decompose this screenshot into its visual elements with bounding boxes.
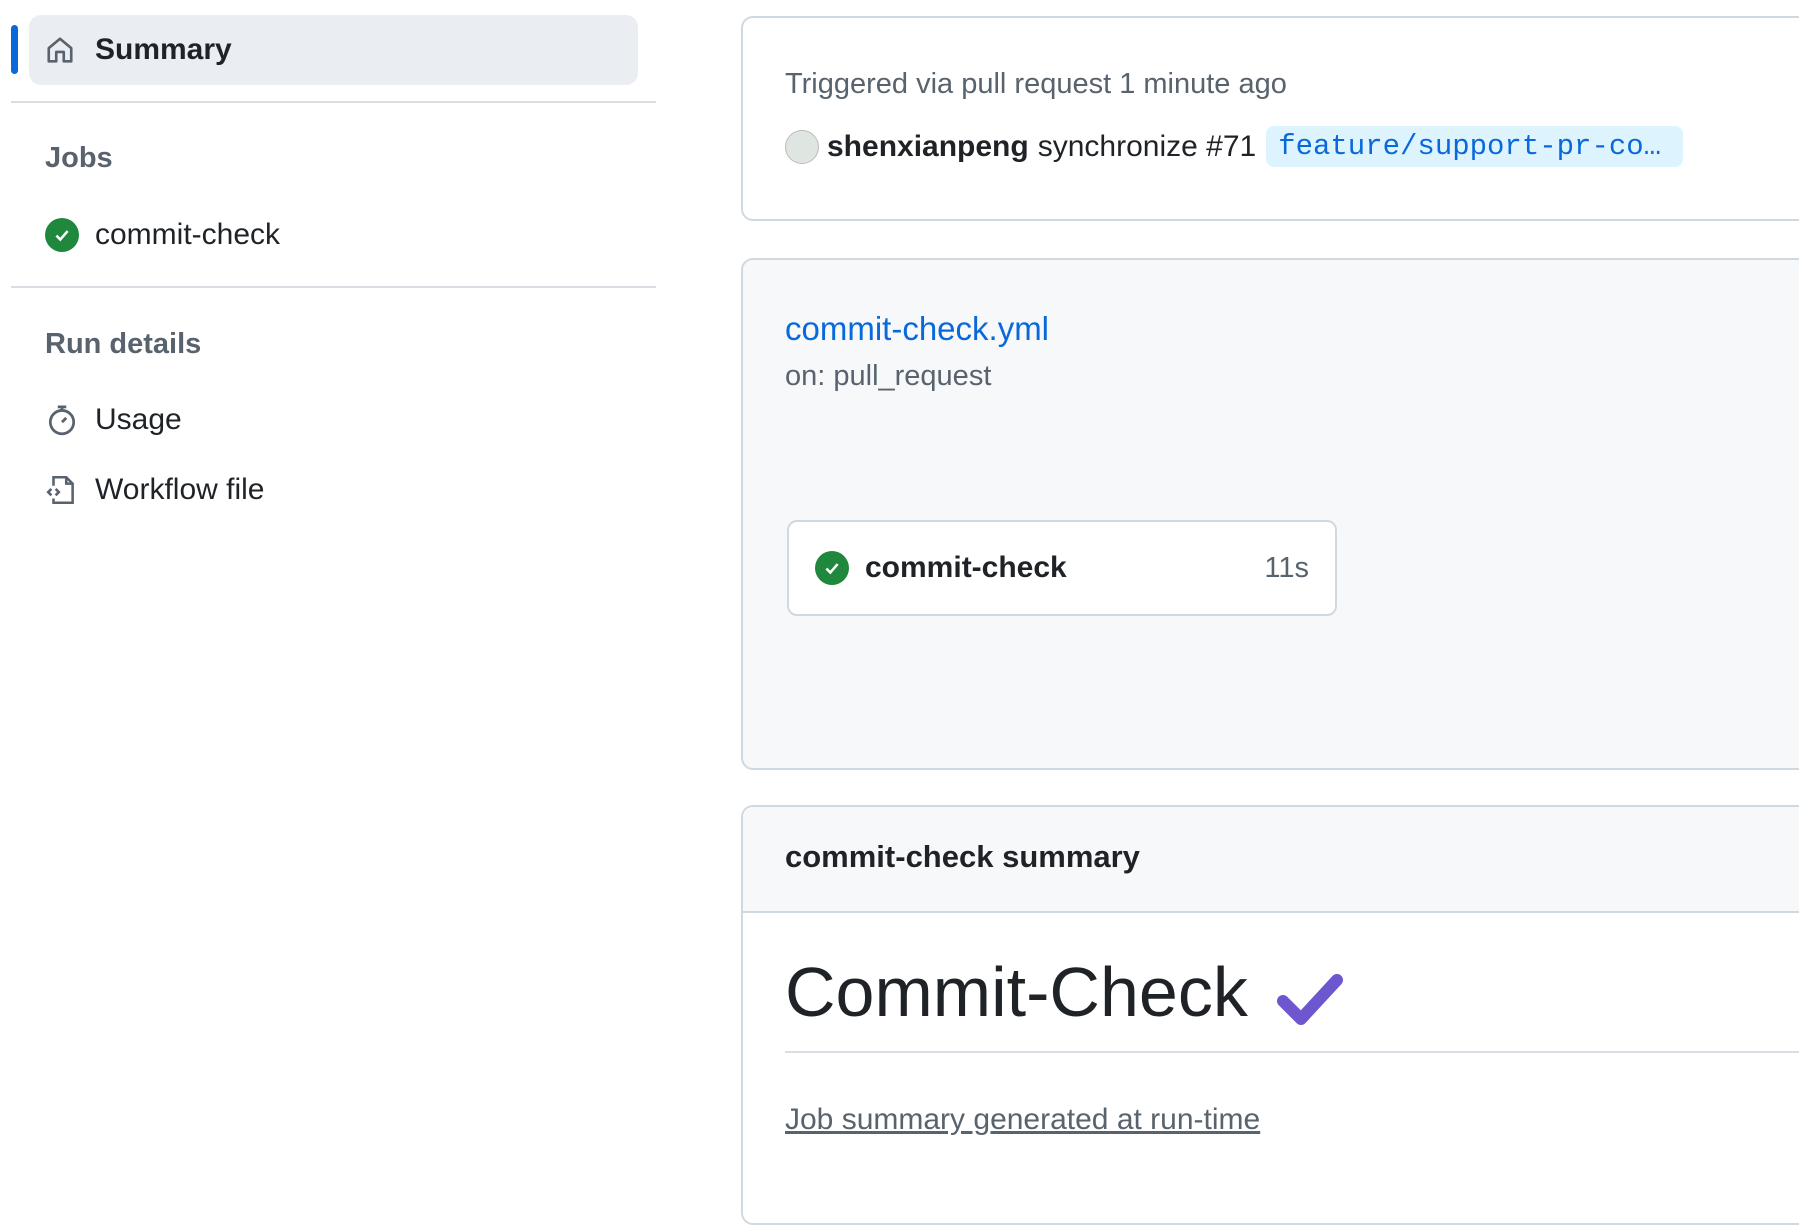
- summary-title: commit-check summary: [785, 839, 1140, 875]
- workflow-file-link[interactable]: commit-check.yml: [785, 310, 1049, 348]
- job-name: commit-check: [865, 551, 1264, 585]
- heavy-check-icon: [1274, 968, 1346, 1028]
- success-check-icon: [45, 218, 79, 252]
- file-code-icon: [45, 473, 79, 507]
- sidebar-divider: [11, 286, 656, 288]
- summary-heading-row: Commit-Check: [785, 952, 1346, 1032]
- sidebar-item-summary[interactable]: Summary: [29, 15, 638, 85]
- job-duration: 11s: [1264, 552, 1309, 585]
- trigger-text: Triggered via pull request 1 minute ago: [785, 68, 1287, 101]
- job-summary-link[interactable]: Job summary generated at run-time: [785, 1103, 1260, 1137]
- sidebar-job-commit-check[interactable]: commit-check: [45, 215, 280, 255]
- sidebar-summary-label: Summary: [95, 33, 232, 67]
- summary-card-header: commit-check summary: [743, 807, 1799, 913]
- workflow-graph-card: commit-check.yml on: pull_request commit…: [741, 258, 1799, 770]
- job-label: commit-check: [95, 218, 280, 252]
- success-check-icon: [815, 551, 849, 585]
- user-link[interactable]: shenxianpeng: [827, 130, 1029, 164]
- stopwatch-icon: [45, 403, 79, 437]
- run-details-heading: Run details: [45, 328, 201, 361]
- avatar[interactable]: [785, 130, 819, 164]
- home-icon: [45, 35, 75, 65]
- workflow-trigger: on: pull_request: [785, 360, 991, 393]
- summary-card: commit-check summary Commit-Check Job su…: [741, 805, 1799, 1225]
- active-indicator: [11, 25, 18, 74]
- jobs-heading: Jobs: [45, 142, 113, 175]
- sidebar-item-usage[interactable]: Usage: [45, 400, 182, 440]
- branch-link[interactable]: feature/support-pr-co…: [1266, 126, 1683, 167]
- trigger-action: synchronize #71: [1038, 130, 1256, 164]
- sidebar-divider: [11, 101, 656, 103]
- sidebar-item-workflow-file[interactable]: Workflow file: [45, 470, 264, 510]
- usage-label: Usage: [95, 403, 182, 437]
- job-node-commit-check[interactable]: commit-check 11s: [787, 520, 1337, 616]
- workflow-file-label: Workflow file: [95, 473, 264, 507]
- summary-heading: Commit-Check: [785, 952, 1248, 1032]
- trigger-card: Triggered via pull request 1 minute ago …: [741, 16, 1799, 221]
- heading-rule: [785, 1051, 1799, 1053]
